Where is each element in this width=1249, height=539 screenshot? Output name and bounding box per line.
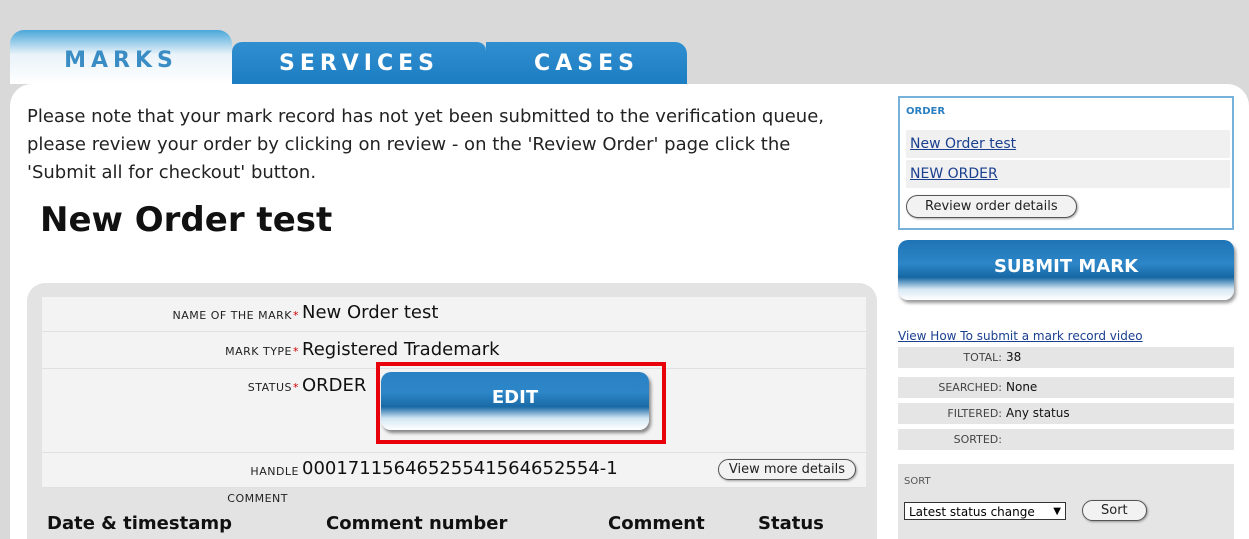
submit-mark-button[interactable]: SUBMIT MARK xyxy=(898,240,1234,300)
tab-services[interactable]: SERVICES xyxy=(232,42,487,84)
order-box: ORDER New Order test NEW ORDER Review or… xyxy=(898,96,1234,230)
handle-row: HANDLE 000171156465255415646525​54-1 Vie… xyxy=(42,453,866,488)
stat-filtered: FILTERED: Any status xyxy=(898,403,1234,424)
col-comment-number: Comment number xyxy=(326,513,508,534)
sort-button[interactable]: Sort xyxy=(1082,500,1147,521)
col-status: Status xyxy=(758,513,824,534)
status-label: STATUS* xyxy=(247,381,299,394)
handle-label: HANDLE xyxy=(250,465,299,478)
view-more-details-button[interactable]: View more details xyxy=(717,459,856,480)
stat-total: TOTAL: 38 xyxy=(898,347,1234,368)
page-title: New Order test xyxy=(40,200,333,240)
tab-cases[interactable]: CASES xyxy=(486,42,687,84)
order-link-new-order[interactable]: NEW ORDER xyxy=(906,160,1230,188)
sort-select[interactable]: Latest status change ▼ xyxy=(904,502,1066,520)
how-to-video-link[interactable]: View How To submit a mark record video xyxy=(898,329,1143,343)
col-date: Date & timestamp xyxy=(47,513,232,534)
stat-searched: SEARCHED: None xyxy=(898,377,1234,398)
sort-heading: SORT xyxy=(904,476,931,487)
name-value: New Order test xyxy=(302,302,439,323)
type-row: MARK TYPE* Registered Trademark xyxy=(42,332,866,369)
submission-notice: Please note that your mark record has no… xyxy=(27,106,825,183)
stat-sorted: SORTED: xyxy=(898,429,1234,450)
col-comment: Comment xyxy=(608,513,705,534)
status-value: ORDER xyxy=(302,375,367,396)
edit-button[interactable]: EDIT xyxy=(381,372,649,430)
sort-panel: SORT Latest status change ▼ Sort xyxy=(898,464,1234,539)
sort-select-value: Latest status change xyxy=(909,505,1035,519)
review-order-button[interactable]: Review order details xyxy=(906,195,1077,218)
name-label: NAME OF THE MARK* xyxy=(172,309,299,322)
name-row: NAME OF THE MARK* New Order test xyxy=(42,297,866,332)
type-label: MARK TYPE* xyxy=(225,345,299,358)
comment-label: COMMENT xyxy=(227,492,288,505)
chevron-down-icon: ▼ xyxy=(1053,506,1061,517)
order-heading: ORDER xyxy=(906,106,946,117)
tab-marks[interactable]: MARKS xyxy=(10,30,232,84)
handle-value: 000171156465255415646525​54-1 xyxy=(302,458,618,479)
type-value: Registered Trademark xyxy=(302,339,500,360)
order-link-new-order-test[interactable]: New Order test xyxy=(906,130,1230,158)
